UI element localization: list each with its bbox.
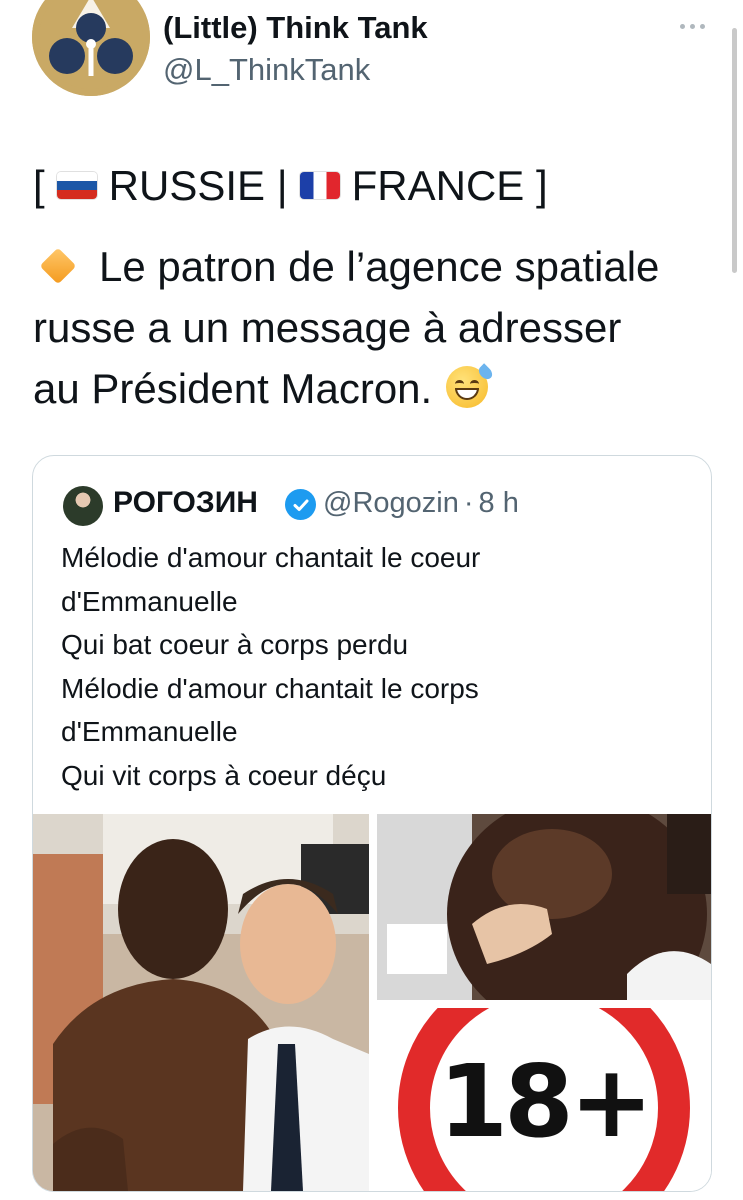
author-avatar[interactable] [32,0,150,96]
scrollbar[interactable] [732,28,737,273]
orange-diamond-icon [39,247,77,285]
close-bracket: ] [536,162,548,209]
quoted-line: Mélodie d'amour chantait le coeur [61,542,481,573]
author-display-name[interactable]: (Little) Think Tank [163,10,428,46]
quoted-line: Mélodie d'amour chantait le corps [61,672,479,704]
quoted-line: d'Emmanuelle [61,716,238,747]
russia-flag-icon [56,172,97,200]
tweet-body-line-3: au Président Macron. [33,358,723,419]
tweet-header-line: [ RUSSIE | FRANCE ] [33,155,723,216]
meta-dot: · [463,487,474,519]
quoted-author-handle[interactable]: @Rogozin [323,487,459,519]
quoted-author-name[interactable]: РОГОЗИН [113,486,258,520]
media-photo-left[interactable] [33,814,369,1191]
quoted-line: d'Emmanuelle [61,585,238,617]
tweet-body-line-1: Le patron de l’agence spatiale [33,236,723,297]
country-france: FRANCE [351,162,525,209]
verified-badge-icon [285,489,316,520]
media-photo-right-top[interactable] [377,814,711,1000]
quoted-line: Qui vit corps à coeur déçu [61,759,387,791]
quoted-tweet-time[interactable]: 8 h [479,487,519,519]
grinning-sweat-face-icon [446,363,495,408]
tweet-body-line-2: russe a un message à adresser [33,304,622,351]
author-handle[interactable]: @L_ThinkTank [163,52,370,88]
tweet-body-line-1-text: Le patron de l’agence spatiale [99,243,660,290]
quoted-tweet-card[interactable]: РОГОЗИН @Rogozin · 8 h Mélodie d'amour cha… [32,455,712,1192]
open-bracket: [ [33,162,45,209]
think-tank-logo-icon [32,0,150,96]
quoted-tweet-text: Mélodie d'amour chantait le coeur d'Emma… [61,536,701,797]
quoted-author-avatar[interactable] [63,486,103,526]
age-badge-text: 18+ [438,1043,654,1160]
media-age-restriction-image[interactable]: 18+ [377,1008,711,1191]
quoted-line: Qui bat coeur à corps perdu [61,629,409,660]
separator: | [276,162,288,209]
more-options-icon[interactable] [674,16,710,36]
country-russie: RUSSIE [108,162,266,209]
quoted-tweet-meta: @Rogozin · 8 h [323,487,519,520]
france-flag-icon [299,172,340,200]
tweet-text: [ RUSSIE | FRANCE ] Le patron de l’agence … [33,155,723,419]
tweet-body-line-3-text: au Président Macron. [33,365,433,412]
